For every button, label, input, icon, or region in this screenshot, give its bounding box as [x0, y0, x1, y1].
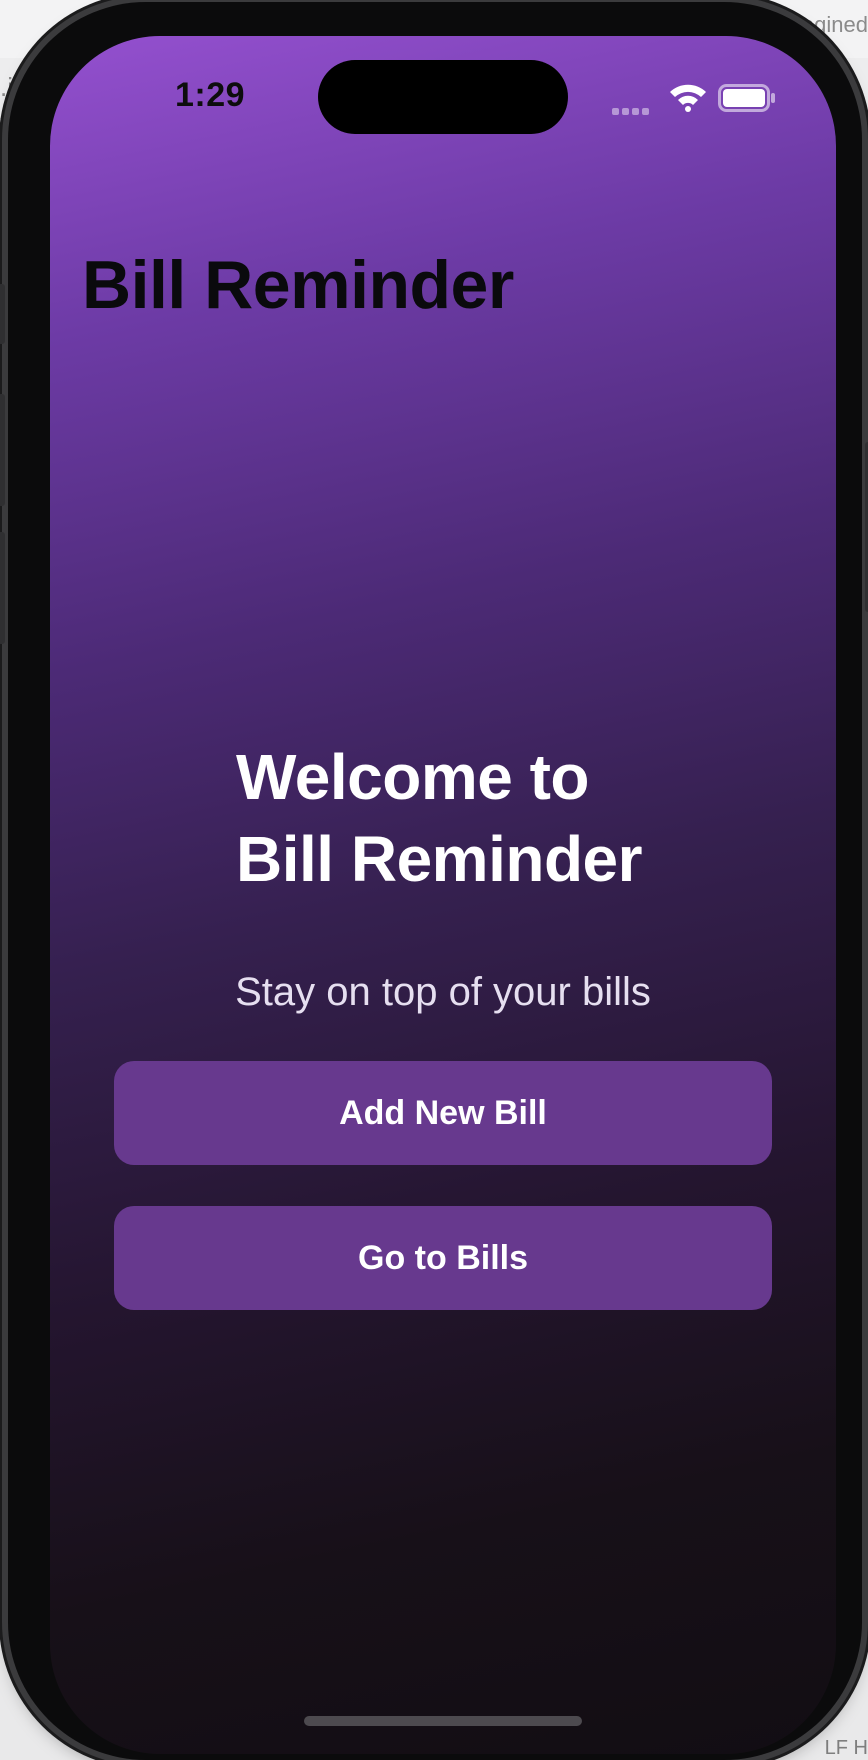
- volume-down-button: [0, 532, 5, 644]
- phone-frame: 1:29 Bill Reminder Welcome to Bill Remin…: [0, 2, 868, 1760]
- welcome-subtitle: Stay on top of your bills: [235, 970, 651, 1014]
- app-screen: 1:29 Bill Reminder Welcome to Bill Remin…: [50, 36, 836, 1754]
- page-title: Bill Reminder: [82, 247, 514, 323]
- cellular-signal-icon: [612, 102, 656, 115]
- volume-up-button: [0, 394, 5, 506]
- action-button: [0, 284, 5, 344]
- wifi-icon: [668, 82, 708, 112]
- status-time: 1:29: [174, 76, 246, 114]
- add-new-bill-button[interactable]: Add New Bill: [114, 1061, 772, 1165]
- background-window-status-text: LF H: [824, 1737, 868, 1759]
- dynamic-island: [318, 60, 568, 134]
- welcome-heading-line1: Welcome to: [236, 741, 590, 813]
- welcome-heading: Welcome to Bill Reminder: [236, 736, 756, 900]
- go-to-bills-button[interactable]: Go to Bills: [114, 1206, 772, 1310]
- home-indicator[interactable]: [304, 1716, 582, 1726]
- battery-icon: [718, 84, 776, 112]
- welcome-heading-line2: Bill Reminder: [236, 823, 643, 895]
